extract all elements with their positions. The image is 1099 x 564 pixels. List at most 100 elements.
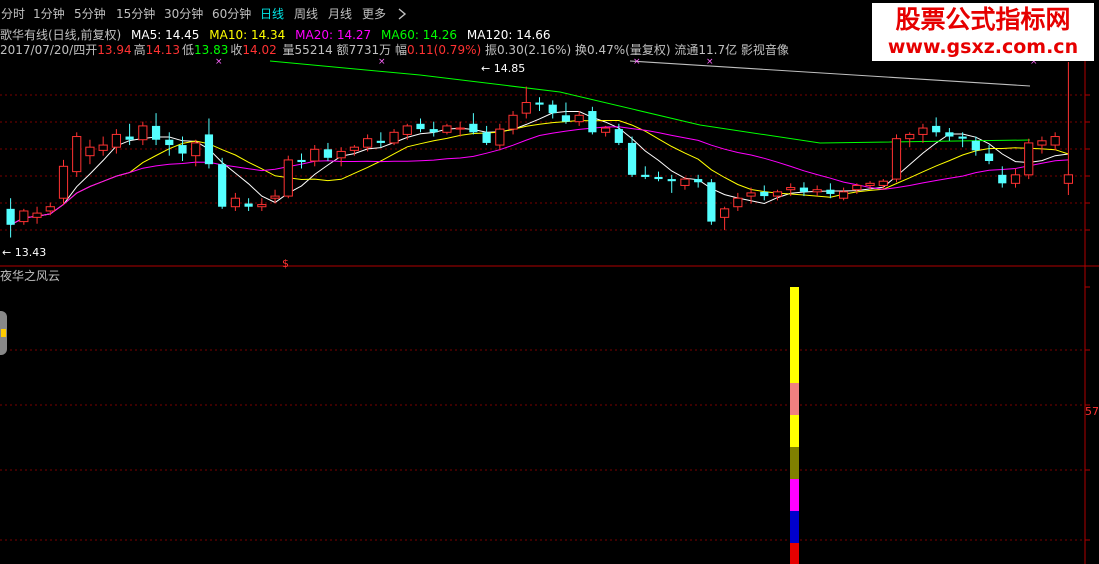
- chart-grid: [0, 60, 1099, 564]
- tab-timeshare[interactable]: 分时: [1, 6, 25, 22]
- candle-body-up: [918, 127, 928, 135]
- indicator-bar-segment: [790, 511, 799, 543]
- candle-body-up: [786, 187, 796, 191]
- candle-body-down: [178, 145, 187, 154]
- candle-body-down: [469, 123, 478, 133]
- ohlc-info-line: 2017/07/20/四开13.94 高14.13 低13.83 收14.02 量55…: [0, 42, 789, 58]
- indicator-title: 夜华之风云: [0, 269, 61, 283]
- candle-body-up: [45, 206, 55, 212]
- candle-body-down: [984, 153, 994, 161]
- candle-body-up: [574, 114, 584, 123]
- ma5-line: [10, 111, 1069, 226]
- tab-5min[interactable]: 5分钟: [74, 6, 106, 22]
- candle-body-up: [230, 197, 240, 208]
- volume-value: 量55214: [282, 43, 333, 57]
- high-label: 高: [133, 43, 146, 57]
- candle-body-down: [654, 176, 663, 180]
- candle-body-up: [310, 148, 320, 162]
- panel-collapse-handle[interactable]: [0, 311, 7, 355]
- ma-info-line: 歌华有线(日线,前复权) MA5: 14.45 MA10: 14.34 MA20…: [0, 27, 557, 43]
- candle-body-down: [482, 132, 491, 143]
- candle-body-up: [521, 102, 531, 114]
- tab-60min[interactable]: 60分钟: [212, 6, 251, 22]
- watermark-title: 股票公式指标网: [895, 5, 1071, 34]
- candle-body-down: [204, 134, 214, 165]
- candle-body-up: [98, 144, 108, 151]
- kline-chart[interactable]: ← 14.85← 13.43$× × × × ×: [0, 0, 1099, 564]
- open-value: 13.94: [97, 43, 132, 57]
- close-value: 14.02: [242, 43, 277, 57]
- indicator-scale-value: 57: [1085, 405, 1099, 418]
- candle-body-down: [667, 179, 676, 182]
- indicator-bar-segment: [790, 447, 799, 479]
- ma5-value: MA5: 14.45: [131, 28, 200, 42]
- candle-body-up: [878, 180, 888, 186]
- ma120-line: [629, 60, 1031, 87]
- candle-body-up: [111, 133, 121, 148]
- candle-body-down: [125, 136, 134, 140]
- candle-body-down: [799, 187, 809, 192]
- chevron-right-icon[interactable]: [396, 6, 408, 22]
- candle-body-up: [32, 212, 42, 218]
- tab-daily[interactable]: 日线: [260, 6, 284, 22]
- candle-body-down: [535, 102, 544, 105]
- candle-body-up: [58, 165, 69, 199]
- candle-body-up: [905, 133, 915, 140]
- candle-body-up: [336, 150, 346, 159]
- candle-body-down: [416, 123, 425, 130]
- candle-body-down: [429, 129, 438, 133]
- ma10-value: MA10: 14.34: [209, 28, 286, 42]
- candle-body-down: [641, 174, 650, 177]
- tab-30min[interactable]: 30分钟: [164, 6, 203, 22]
- high-price-label: ← 14.85: [481, 62, 525, 75]
- candle-body-down: [6, 208, 15, 225]
- candle-body-down: [244, 203, 253, 207]
- candle-body-up: [1063, 174, 1073, 184]
- watermark-url: www.gsxz.com.cn: [887, 36, 1079, 58]
- low-price-label: ← 13.43: [2, 246, 46, 259]
- close-label: 收: [230, 43, 243, 57]
- candle-body-down: [588, 111, 597, 133]
- indicator-bar-segment: [790, 383, 799, 415]
- candle-body-up: [772, 191, 783, 197]
- site-watermark: 股票公式指标网 www.gsxz.com.cn: [872, 3, 1094, 61]
- tab-monthly[interactable]: 月线: [328, 6, 352, 22]
- tab-15min[interactable]: 15分钟: [116, 6, 155, 22]
- ma60-value: MA60: 14.26: [381, 28, 458, 42]
- candle-body-up: [720, 208, 730, 218]
- candle-body-down: [165, 139, 174, 146]
- candle-body-down: [707, 182, 716, 222]
- candle-body-up: [363, 138, 373, 148]
- candle-body-up: [812, 189, 822, 193]
- candle-body-up: [389, 131, 399, 144]
- candle-body-down: [548, 104, 557, 114]
- candle-body-up: [508, 114, 518, 130]
- handle-arrow-icon: [1, 329, 6, 337]
- candle-body-up: [19, 210, 29, 223]
- candle-body-down: [627, 142, 637, 175]
- tab-more[interactable]: 更多: [362, 6, 386, 22]
- candle-body-up: [257, 204, 267, 208]
- candle-body-up: [891, 138, 902, 180]
- tab-1min[interactable]: 1分钟: [33, 6, 65, 22]
- event-mark: ×: [706, 57, 714, 67]
- candle-body-down: [376, 140, 385, 143]
- candle-body-up: [852, 184, 862, 191]
- candle-body-up: [1024, 142, 1034, 176]
- open-label: 开: [85, 43, 98, 57]
- tab-weekly[interactable]: 周线: [294, 6, 318, 22]
- sector-value[interactable]: 影视音像: [741, 43, 789, 57]
- date-value: 2017/07/20/四: [0, 43, 86, 57]
- candle-body-down: [561, 115, 571, 122]
- candle-body-down: [826, 189, 835, 194]
- event-mark: ×: [378, 57, 386, 67]
- candle-body-down: [297, 159, 306, 163]
- candle-body-down: [958, 136, 967, 139]
- indicator-panel: [790, 287, 799, 564]
- candle-body-up: [85, 146, 95, 157]
- candle-body-up: [72, 136, 82, 173]
- indicator-bar-segment: [790, 415, 799, 447]
- candle-body-up: [733, 197, 743, 208]
- ma120-value: MA120: 14.66: [466, 28, 551, 42]
- candle-body-up: [402, 125, 412, 135]
